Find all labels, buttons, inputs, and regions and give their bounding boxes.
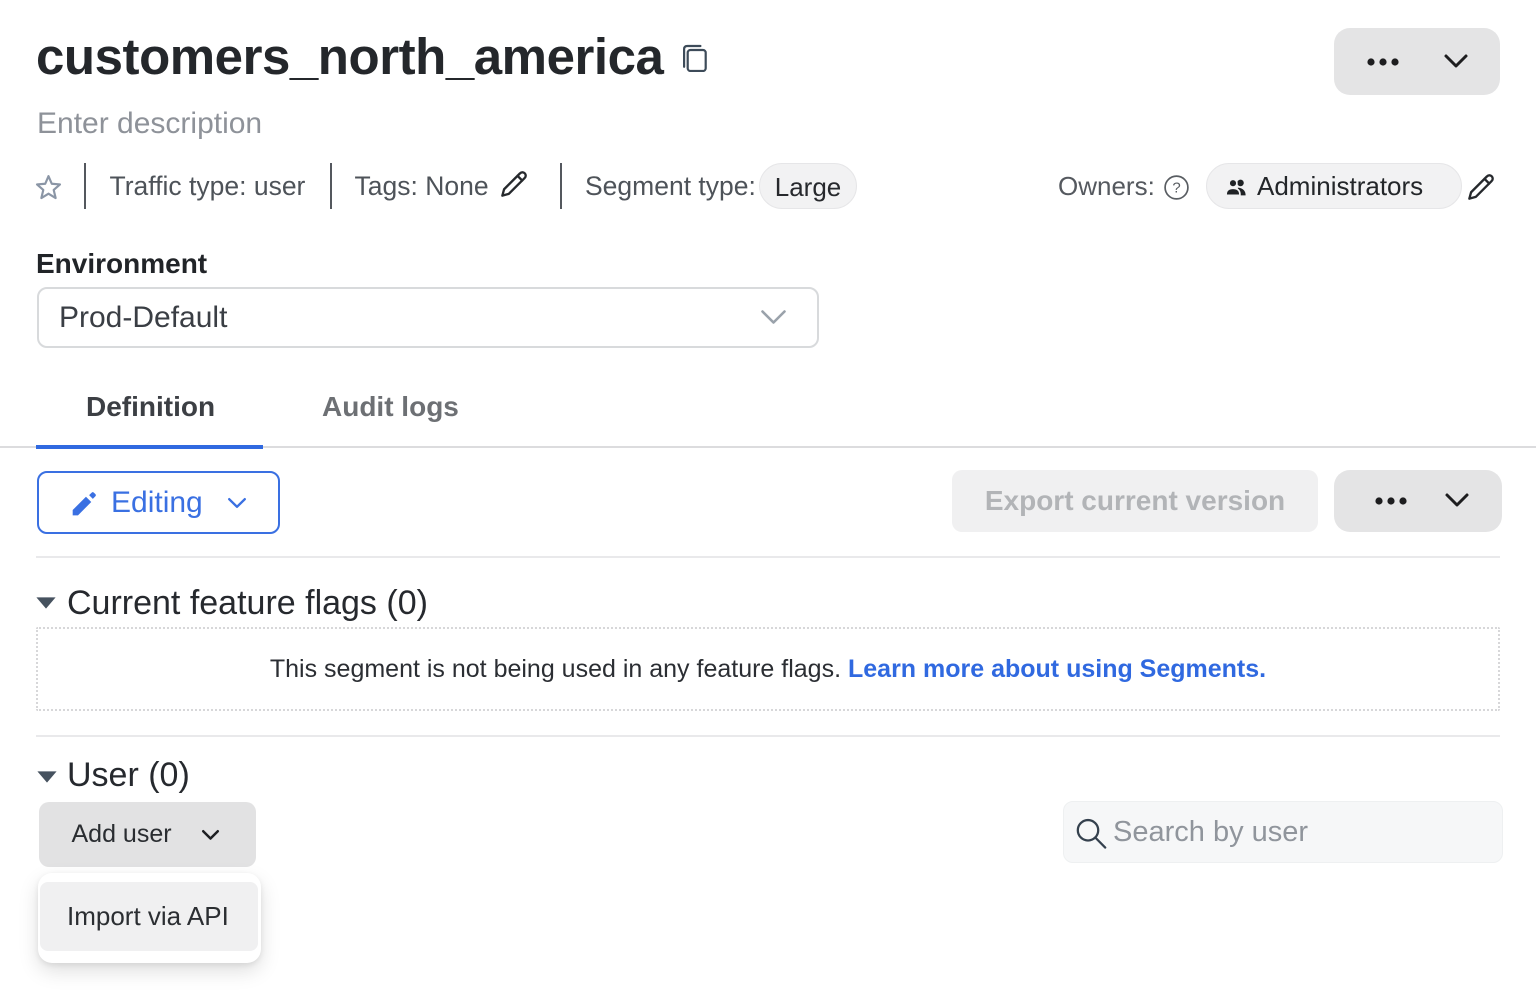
svg-text:?: ?	[1172, 180, 1180, 197]
